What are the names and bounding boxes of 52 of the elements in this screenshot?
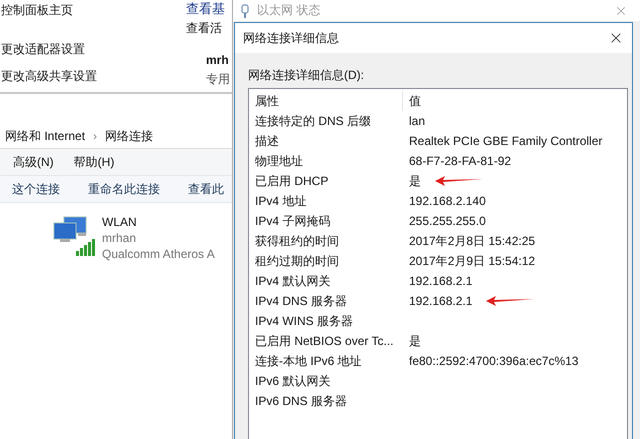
breadcrumb-separator: › [93,129,98,143]
menu-item[interactable]: 帮助(H) [74,154,114,170]
value-cell: 68-F7-28-FA-81-92 [409,154,512,168]
property-cell-text: IPv6 默认网关 [254,372,332,390]
sidebar-link[interactable]: 更改适配器设置 [1,41,97,58]
property-cell-text: 连接特定的 DNS 后缀 [254,112,372,130]
sidebar-link[interactable]: 更改高级共享设置 [1,68,97,85]
connection-network: mrhan [102,231,138,245]
property-cell-text: 连接-本地 IPv6 地址 [254,352,363,370]
property-cell-text: IPv4 WINS 服务器 [254,312,354,330]
sidebar-link[interactable]: 控制面板主页 [1,2,97,19]
property-cell-text: 获得租约的时间 [254,232,340,250]
value-cell: 192.168.2.1 [409,294,472,308]
network-adapter-icon [52,215,96,257]
toolbar-button[interactable]: 查看此 [188,180,224,198]
property-cell-text: 物理地址 [254,152,304,170]
list-label: 网络连接详细信息(D): [248,67,365,84]
property-cell-text: IPv4 子网掩码 [254,212,332,230]
property-cell-text: IPv4 地址 [254,192,308,210]
network-name: mrh [206,53,230,67]
plug-icon [241,4,249,18]
section-label: 查看活 [186,20,223,37]
column-header[interactable]: 值 [403,91,627,111]
property-cell-text: IPv6 DNS 服务器 [254,392,348,410]
value-cell: 2017年2月8日 15:42:25 [409,232,536,250]
value-cell: 2017年2月9日 15:54:12 [409,252,536,270]
property-cell-text: IPv4 DNS 服务器 [254,292,348,310]
page-heading: 查看基 [186,0,226,18]
property-cell-text: 描述 [254,132,280,150]
value-cell: fe80::2592:4700:396a:ec7c%13 [409,354,578,368]
menu-item[interactable]: 高级(N) [13,154,54,170]
value-cell: Realtek PCIe GBE Family Controller [409,134,602,148]
toolbar-button[interactable]: 重命名此连接 [88,180,160,198]
value-cell: 是 [409,172,421,190]
property-cell-text: 已启用 NetBIOS over Tc... [254,332,394,350]
property-cell-text: IPv4 默认网关 [254,272,332,290]
value-cell: 255.255.255.0 [409,214,486,228]
network-type: 专用 [206,71,231,88]
value-cell: lan [409,114,426,128]
dialog-title: 网络连接详细信息 [243,30,339,46]
connection-adapter: Qualcomm Atheros A [102,247,215,261]
value-cell: 是 [409,332,421,350]
connection-name[interactable]: WLAN [102,215,215,229]
value-cell: 192.168.2.1 [409,274,472,288]
value-cell: 192.168.2.140 [409,194,486,208]
breadcrumb-item[interactable]: 网络和 Internet [5,128,86,144]
window-title: 以太网 状态 [241,2,320,19]
property-cell-text: 租约过期的时间 [254,252,340,270]
column-header[interactable]: 属性 [249,91,403,111]
property-cell-text: 已启用 DHCP [254,172,330,190]
toolbar-button[interactable]: 这个连接 [12,180,60,198]
breadcrumb-item[interactable]: 网络连接 [105,128,154,144]
